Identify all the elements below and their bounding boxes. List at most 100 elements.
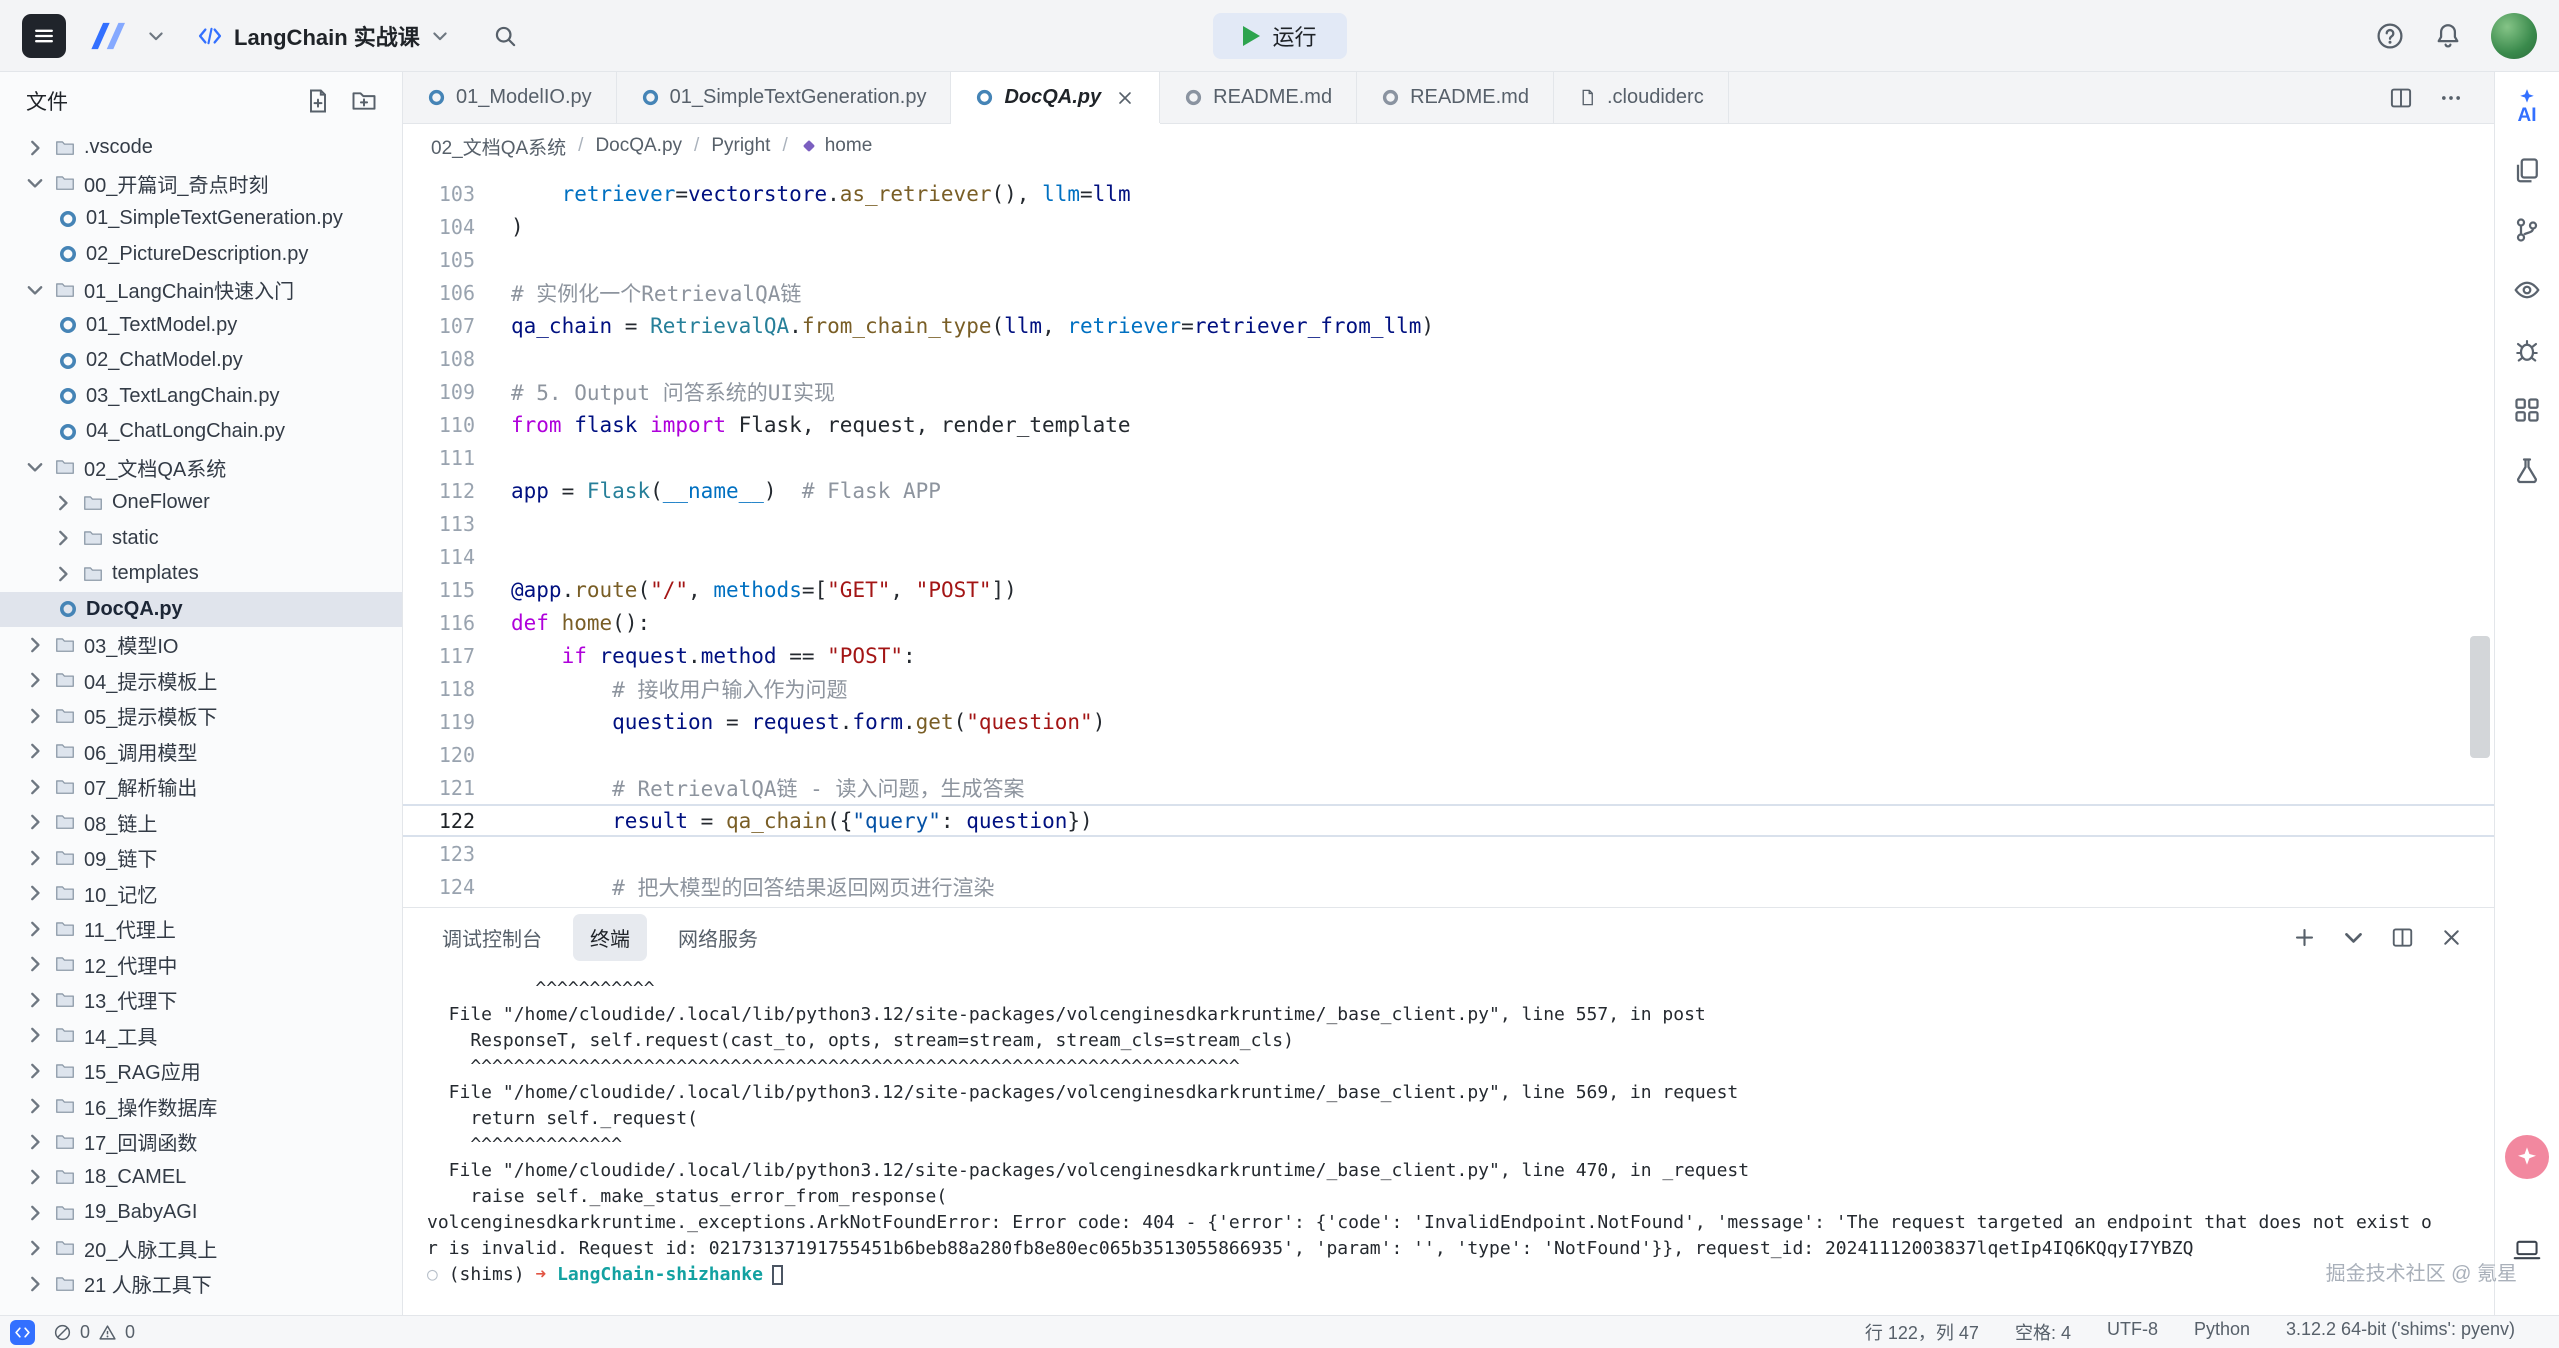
menu-button[interactable] bbox=[22, 14, 66, 58]
tree-folder-item[interactable]: templates bbox=[0, 556, 402, 592]
source-control-icon[interactable] bbox=[2508, 211, 2546, 249]
tree-folder-item[interactable]: 06_调用模型 bbox=[0, 734, 402, 770]
statusbar-item[interactable]: 行 122，列 47 bbox=[1865, 1319, 1979, 1345]
tree-folder-item[interactable]: 15_RAG应用 bbox=[0, 1053, 402, 1089]
tree-file-item[interactable]: 01_TextModel.py bbox=[0, 308, 402, 344]
close-icon[interactable] bbox=[1115, 88, 1135, 108]
code-line-108[interactable]: 108 bbox=[403, 342, 2494, 375]
tree-folder-item[interactable]: .vscode bbox=[0, 130, 402, 166]
tree-folder-item[interactable]: 12_代理中 bbox=[0, 947, 402, 983]
code-line-116[interactable]: 116def home(): bbox=[403, 606, 2494, 639]
tree-folder-item[interactable]: 04_提示模板上 bbox=[0, 663, 402, 699]
tree-file-item[interactable]: DocQA.py bbox=[0, 592, 402, 628]
editor-tab[interactable]: README.md bbox=[1357, 72, 1554, 123]
tree-folder-item[interactable]: 13_代理下 bbox=[0, 982, 402, 1018]
tree-file-item[interactable]: 04_ChatLongChain.py bbox=[0, 414, 402, 450]
tree-folder-item[interactable]: 07_解析输出 bbox=[0, 769, 402, 805]
tree-file-item[interactable]: 03_TextLangChain.py bbox=[0, 379, 402, 415]
new-folder-icon[interactable] bbox=[350, 87, 378, 115]
code-line-114[interactable]: 114 bbox=[403, 540, 2494, 573]
tree-folder-item[interactable]: 16_操作数据库 bbox=[0, 1089, 402, 1125]
new-file-icon[interactable] bbox=[304, 87, 332, 115]
workspace-switcher[interactable]: LangChain 实战课 bbox=[196, 20, 450, 52]
editor-tab[interactable]: 01_SimpleTextGeneration.py bbox=[617, 72, 952, 123]
tree-folder-item[interactable]: 02_文档QA系统 bbox=[0, 450, 402, 486]
tree-folder-item[interactable]: 03_模型IO bbox=[0, 627, 402, 663]
tree-folder-item[interactable]: 11_代理上 bbox=[0, 911, 402, 947]
panel-tab[interactable]: 网络服务 bbox=[661, 914, 775, 961]
code-line-106[interactable]: 106# 实例化一个RetrievalQA链 bbox=[403, 276, 2494, 309]
code-line-107[interactable]: 107qa_chain = RetrievalQA.from_chain_typ… bbox=[403, 309, 2494, 342]
new-terminal-icon[interactable] bbox=[2292, 925, 2317, 950]
tree-folder-item[interactable]: 05_提示模板下 bbox=[0, 698, 402, 734]
assistant-badge-icon[interactable] bbox=[2505, 1135, 2549, 1179]
panel-tab[interactable]: 终端 bbox=[573, 914, 647, 961]
editor-tab[interactable]: .cloudiderc bbox=[1554, 72, 1729, 123]
tree-folder-item[interactable]: 21 人脉工具下 bbox=[0, 1266, 402, 1302]
code-editor[interactable]: 103 retriever=vectorstore.as_retriever()… bbox=[403, 168, 2494, 907]
code-line-105[interactable]: 105 bbox=[403, 243, 2494, 276]
code-line-117[interactable]: 117 if request.method == "POST": bbox=[403, 639, 2494, 672]
code-line-118[interactable]: 118 # 接收用户输入作为问题 bbox=[403, 672, 2494, 705]
ai-assistant-icon[interactable]: AI bbox=[2508, 88, 2546, 125]
statusbar-item[interactable]: 3.12.2 64-bit ('shims': pyenv) bbox=[2286, 1319, 2515, 1345]
close-panel-icon[interactable] bbox=[2439, 925, 2464, 950]
statusbar-item[interactable]: 空格: 4 bbox=[2015, 1319, 2071, 1345]
tree-folder-item[interactable]: 14_工具 bbox=[0, 1018, 402, 1054]
code-line-121[interactable]: 121 # RetrievalQA链 - 读入问题，生成答案 bbox=[403, 771, 2494, 804]
tree-file-item[interactable]: 02_PictureDescription.py bbox=[0, 237, 402, 273]
code-line-115[interactable]: 115@app.route("/", methods=["GET", "POST… bbox=[403, 573, 2494, 606]
code-line-112[interactable]: 112app = Flask(__name__) # Flask APP bbox=[403, 474, 2494, 507]
statusbar-item[interactable]: UTF-8 bbox=[2107, 1319, 2158, 1345]
panel-tab[interactable]: 调试控制台 bbox=[425, 914, 559, 961]
tree-folder-item[interactable]: 18_CAMEL bbox=[0, 1160, 402, 1196]
tree-file-item[interactable]: 02_ChatModel.py bbox=[0, 343, 402, 379]
editor-tab[interactable]: README.md bbox=[1160, 72, 1357, 123]
bell-icon[interactable] bbox=[2433, 21, 2463, 51]
code-line-110[interactable]: 110from flask import Flask, request, ren… bbox=[403, 408, 2494, 441]
code-line-120[interactable]: 120 bbox=[403, 738, 2494, 771]
editor-tab[interactable]: DocQA.py bbox=[951, 72, 1160, 123]
tree-folder-item[interactable]: 19_BabyAGI bbox=[0, 1195, 402, 1231]
avatar[interactable] bbox=[2491, 13, 2537, 59]
tree-file-item[interactable]: 01_SimpleTextGeneration.py bbox=[0, 201, 402, 237]
code-line-109[interactable]: 109# 5. Output 问答系统的UI实现 bbox=[403, 375, 2494, 408]
breadcrumb-item[interactable]: Pyright bbox=[711, 135, 770, 157]
remote-indicator[interactable] bbox=[10, 1320, 35, 1345]
problems-indicator[interactable]: 0 0 bbox=[53, 1322, 135, 1343]
code-line-113[interactable]: 113 bbox=[403, 507, 2494, 540]
chevron-down-icon[interactable] bbox=[146, 26, 166, 46]
editor-scrollbar[interactable] bbox=[2470, 636, 2490, 758]
extensions-icon[interactable] bbox=[2508, 391, 2546, 429]
tree-folder-item[interactable]: 17_回调函数 bbox=[0, 1124, 402, 1160]
code-line-123[interactable]: 123 bbox=[403, 837, 2494, 870]
tree-folder-item[interactable]: 01_LangChain快速入门 bbox=[0, 272, 402, 308]
tree-folder-item[interactable]: 20_人脉工具上 bbox=[0, 1231, 402, 1267]
split-terminal-icon[interactable] bbox=[2390, 925, 2415, 950]
breadcrumb-item[interactable]: 02_文档QA系统 bbox=[431, 133, 566, 160]
file-copy-icon[interactable] bbox=[2508, 151, 2546, 189]
split-editor-icon[interactable] bbox=[2388, 85, 2414, 111]
code-line-122[interactable]: 122 result = qa_chain({"query": question… bbox=[403, 804, 2494, 837]
tree-folder-item[interactable]: 08_链上 bbox=[0, 805, 402, 841]
tree-folder-item[interactable]: static bbox=[0, 521, 402, 557]
terminal-output[interactable]: ^^^^^^^^^^^ File "/home/cloudide/.local/… bbox=[403, 966, 2494, 1315]
breadcrumb-item[interactable]: home bbox=[800, 135, 873, 157]
more-actions-icon[interactable] bbox=[2438, 85, 2464, 111]
terminal-dropdown-icon[interactable] bbox=[2341, 925, 2366, 950]
run-button[interactable]: 运行 bbox=[1212, 13, 1346, 59]
search-icon[interactable] bbox=[492, 23, 518, 49]
code-line-103[interactable]: 103 retriever=vectorstore.as_retriever()… bbox=[403, 177, 2494, 210]
preview-icon[interactable] bbox=[2508, 271, 2546, 309]
breadcrumb-item[interactable]: DocQA.py bbox=[595, 135, 682, 157]
debug-icon[interactable] bbox=[2508, 331, 2546, 369]
code-line-119[interactable]: 119 question = request.form.get("questio… bbox=[403, 705, 2494, 738]
tree-folder-item[interactable]: 00_开篇词_奇点时刻 bbox=[0, 166, 402, 202]
editor-tab[interactable]: 01_ModelIO.py bbox=[403, 72, 617, 123]
statusbar-item[interactable]: Python bbox=[2194, 1319, 2250, 1345]
tree-folder-item[interactable]: 09_链下 bbox=[0, 840, 402, 876]
code-line-124[interactable]: 124 # 把大模型的回答结果返回网页进行渲染 bbox=[403, 870, 2494, 903]
tests-icon[interactable] bbox=[2508, 451, 2546, 489]
help-icon[interactable] bbox=[2375, 21, 2405, 51]
code-line-111[interactable]: 111 bbox=[403, 441, 2494, 474]
